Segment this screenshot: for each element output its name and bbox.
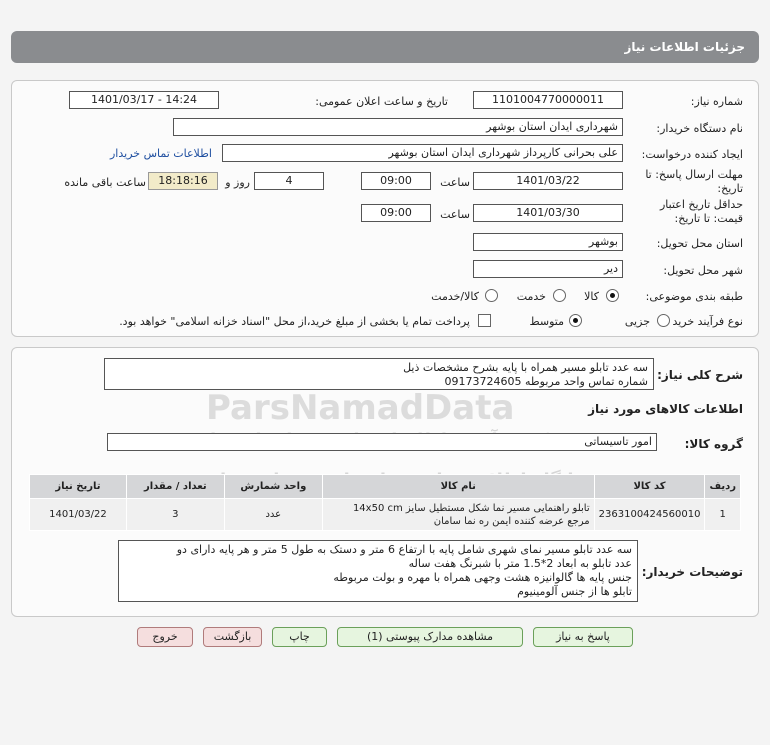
col-header-unit: واحد شمارش [223,474,323,499]
group-field: امور تاسیساتی [107,433,657,451]
process-radio-medium[interactable] [569,314,582,327]
col-header-code: کد کالا [593,474,706,499]
buyer-contact-link[interactable]: اطلاعات تماس خریدار [110,147,212,160]
category-radio-both[interactable] [485,289,498,302]
category-radio-service[interactable] [553,289,566,302]
province-label: استان محل تحویل: [656,237,743,250]
process-option-minor: جزیی [624,315,650,328]
province-field: بوشهر [473,233,623,251]
buyer-notes-line-1: سه عدد تابلو مسیر نمای شهری شامل پایه با… [176,543,632,556]
validity-label-text: حداقل تاریخ اعتبار قیمت: تا تاریخ: [659,198,743,225]
remaining-time-field: 18:18:16 [148,172,218,190]
need-number-field: 1101004770000011 [473,91,623,109]
cell-name-line-1: تابلو راهنمایی مسیر نما شکل مستطیل سایز … [352,502,590,514]
validity-time-label: ساعت [440,208,470,221]
days-label: روز و [225,176,250,189]
cell-row: 1 [704,498,741,531]
summary-line-2: شماره تماس واحد مربوطه 09173724605 [444,375,648,388]
validity-time-field: 09:00 [361,204,431,222]
table-row[interactable]: 1 2363100424560010 تابلو راهنمایی مسیر ن… [29,498,741,531]
reply-button[interactable]: پاسخ به نیاز [533,627,633,647]
buyer-notes-box: سه عدد تابلو مسیر نمای شهری شامل پایه با… [118,540,638,602]
cell-name: تابلو راهنمایی مسیر نما شکل مستطیل سایز … [321,498,595,531]
buyer-notes-line-4: تابلو ها از جنس آلومینیوم [517,585,632,598]
buyer-label: نام دستگاه خریدار: [656,122,743,135]
attachments-button[interactable]: مشاهده مدارک پیوستی (1) [337,627,523,647]
requester-label: ایجاد کننده درخواست: [641,148,743,161]
deadline-label: مهلت ارسال پاسخ: تا تاریخ: [643,168,743,196]
remaining-label: ساعت باقی مانده [64,176,146,189]
summary-line-1: سه عدد تابلو مسیر همراه با پایه بشرح مشخ… [403,361,648,374]
process-radio-minor[interactable] [657,314,670,327]
announce-label: تاریخ و ساعت اعلان عمومی: [315,95,448,108]
buyer-field: شهرداری ایدان استان بوشهر [173,118,623,136]
deadline-time-field: 09:00 [361,172,431,190]
page-title: جزئیات اطلاعات نیاز [624,40,745,54]
col-header-qty: تعداد / مقدار [125,474,225,499]
group-label: گروه کالا: [684,437,743,451]
deadline-time-label: ساعت [440,176,470,189]
items-table: ردیف کد کالا نام کالا واحد شمارش تعداد /… [29,474,741,531]
back-button[interactable]: بازگشت [203,627,262,647]
deadline-label-text: مهلت ارسال پاسخ: تا تاریخ: [645,168,743,195]
process-option-medium: متوسط [529,315,564,328]
col-header-row: ردیف [704,474,741,499]
page-header: جزئیات اطلاعات نیاز [11,31,759,63]
cell-date: 1401/03/22 [29,498,127,531]
city-field: دیر [473,260,623,278]
payment-note: پرداخت تمام یا بخشی از مبلغ خرید،از محل … [119,315,470,328]
summary-box: سه عدد تابلو مسیر همراه با پایه بشرح مشخ… [104,358,654,390]
goods-info-title: اطلاعات کالاهای مورد نیاز [588,402,743,416]
print-button[interactable]: چاپ [272,627,327,647]
summary-label: شرح کلی نیاز: [657,368,743,382]
city-label: شهر محل تحویل: [663,264,743,277]
buyer-notes-line-3: جنس پایه ها گالوانیزه هشت وجهی همراه با … [333,571,632,584]
need-number-label: شماره نیاز: [690,95,743,108]
category-option-service: خدمت [516,290,546,303]
buyer-notes-label: توضیحات خریدار: [641,565,743,579]
process-label: نوع فرآیند خرید : [665,315,743,328]
treasury-checkbox[interactable] [478,314,491,327]
cell-unit: عدد [223,498,323,531]
category-radio-goods[interactable] [606,289,619,302]
category-label: طبقه بندی موضوعی: [645,290,743,303]
cell-name-line-2: مرجع عرضه کننده ایمن ره نما سامان [433,515,590,527]
category-option-both: کالا/خدمت [431,290,479,303]
requester-field: علی بحرانی کارپرداز شهرداری ایدان استان … [222,144,623,162]
exit-button[interactable]: خروج [137,627,193,647]
announce-field: 1401/03/17 - 14:24 [69,91,219,109]
buyer-notes-line-2: عدد تابلو به ابعاد 2*1.5 متر با شبرنگ هف… [408,557,632,570]
table-header-row: ردیف کد کالا نام کالا واحد شمارش تعداد /… [29,474,741,499]
col-header-date: تاریخ نیاز [29,474,127,499]
col-header-name: نام کالا [321,474,595,499]
days-field: 4 [254,172,324,190]
cell-qty: 3 [125,498,225,531]
cell-code: 2363100424560010 [593,498,706,531]
category-option-goods: کالا [584,290,599,303]
validity-label: حداقل تاریخ اعتبار قیمت: تا تاریخ: [643,198,743,226]
deadline-date-field: 1401/03/22 [473,172,623,190]
validity-date-field: 1401/03/30 [473,204,623,222]
